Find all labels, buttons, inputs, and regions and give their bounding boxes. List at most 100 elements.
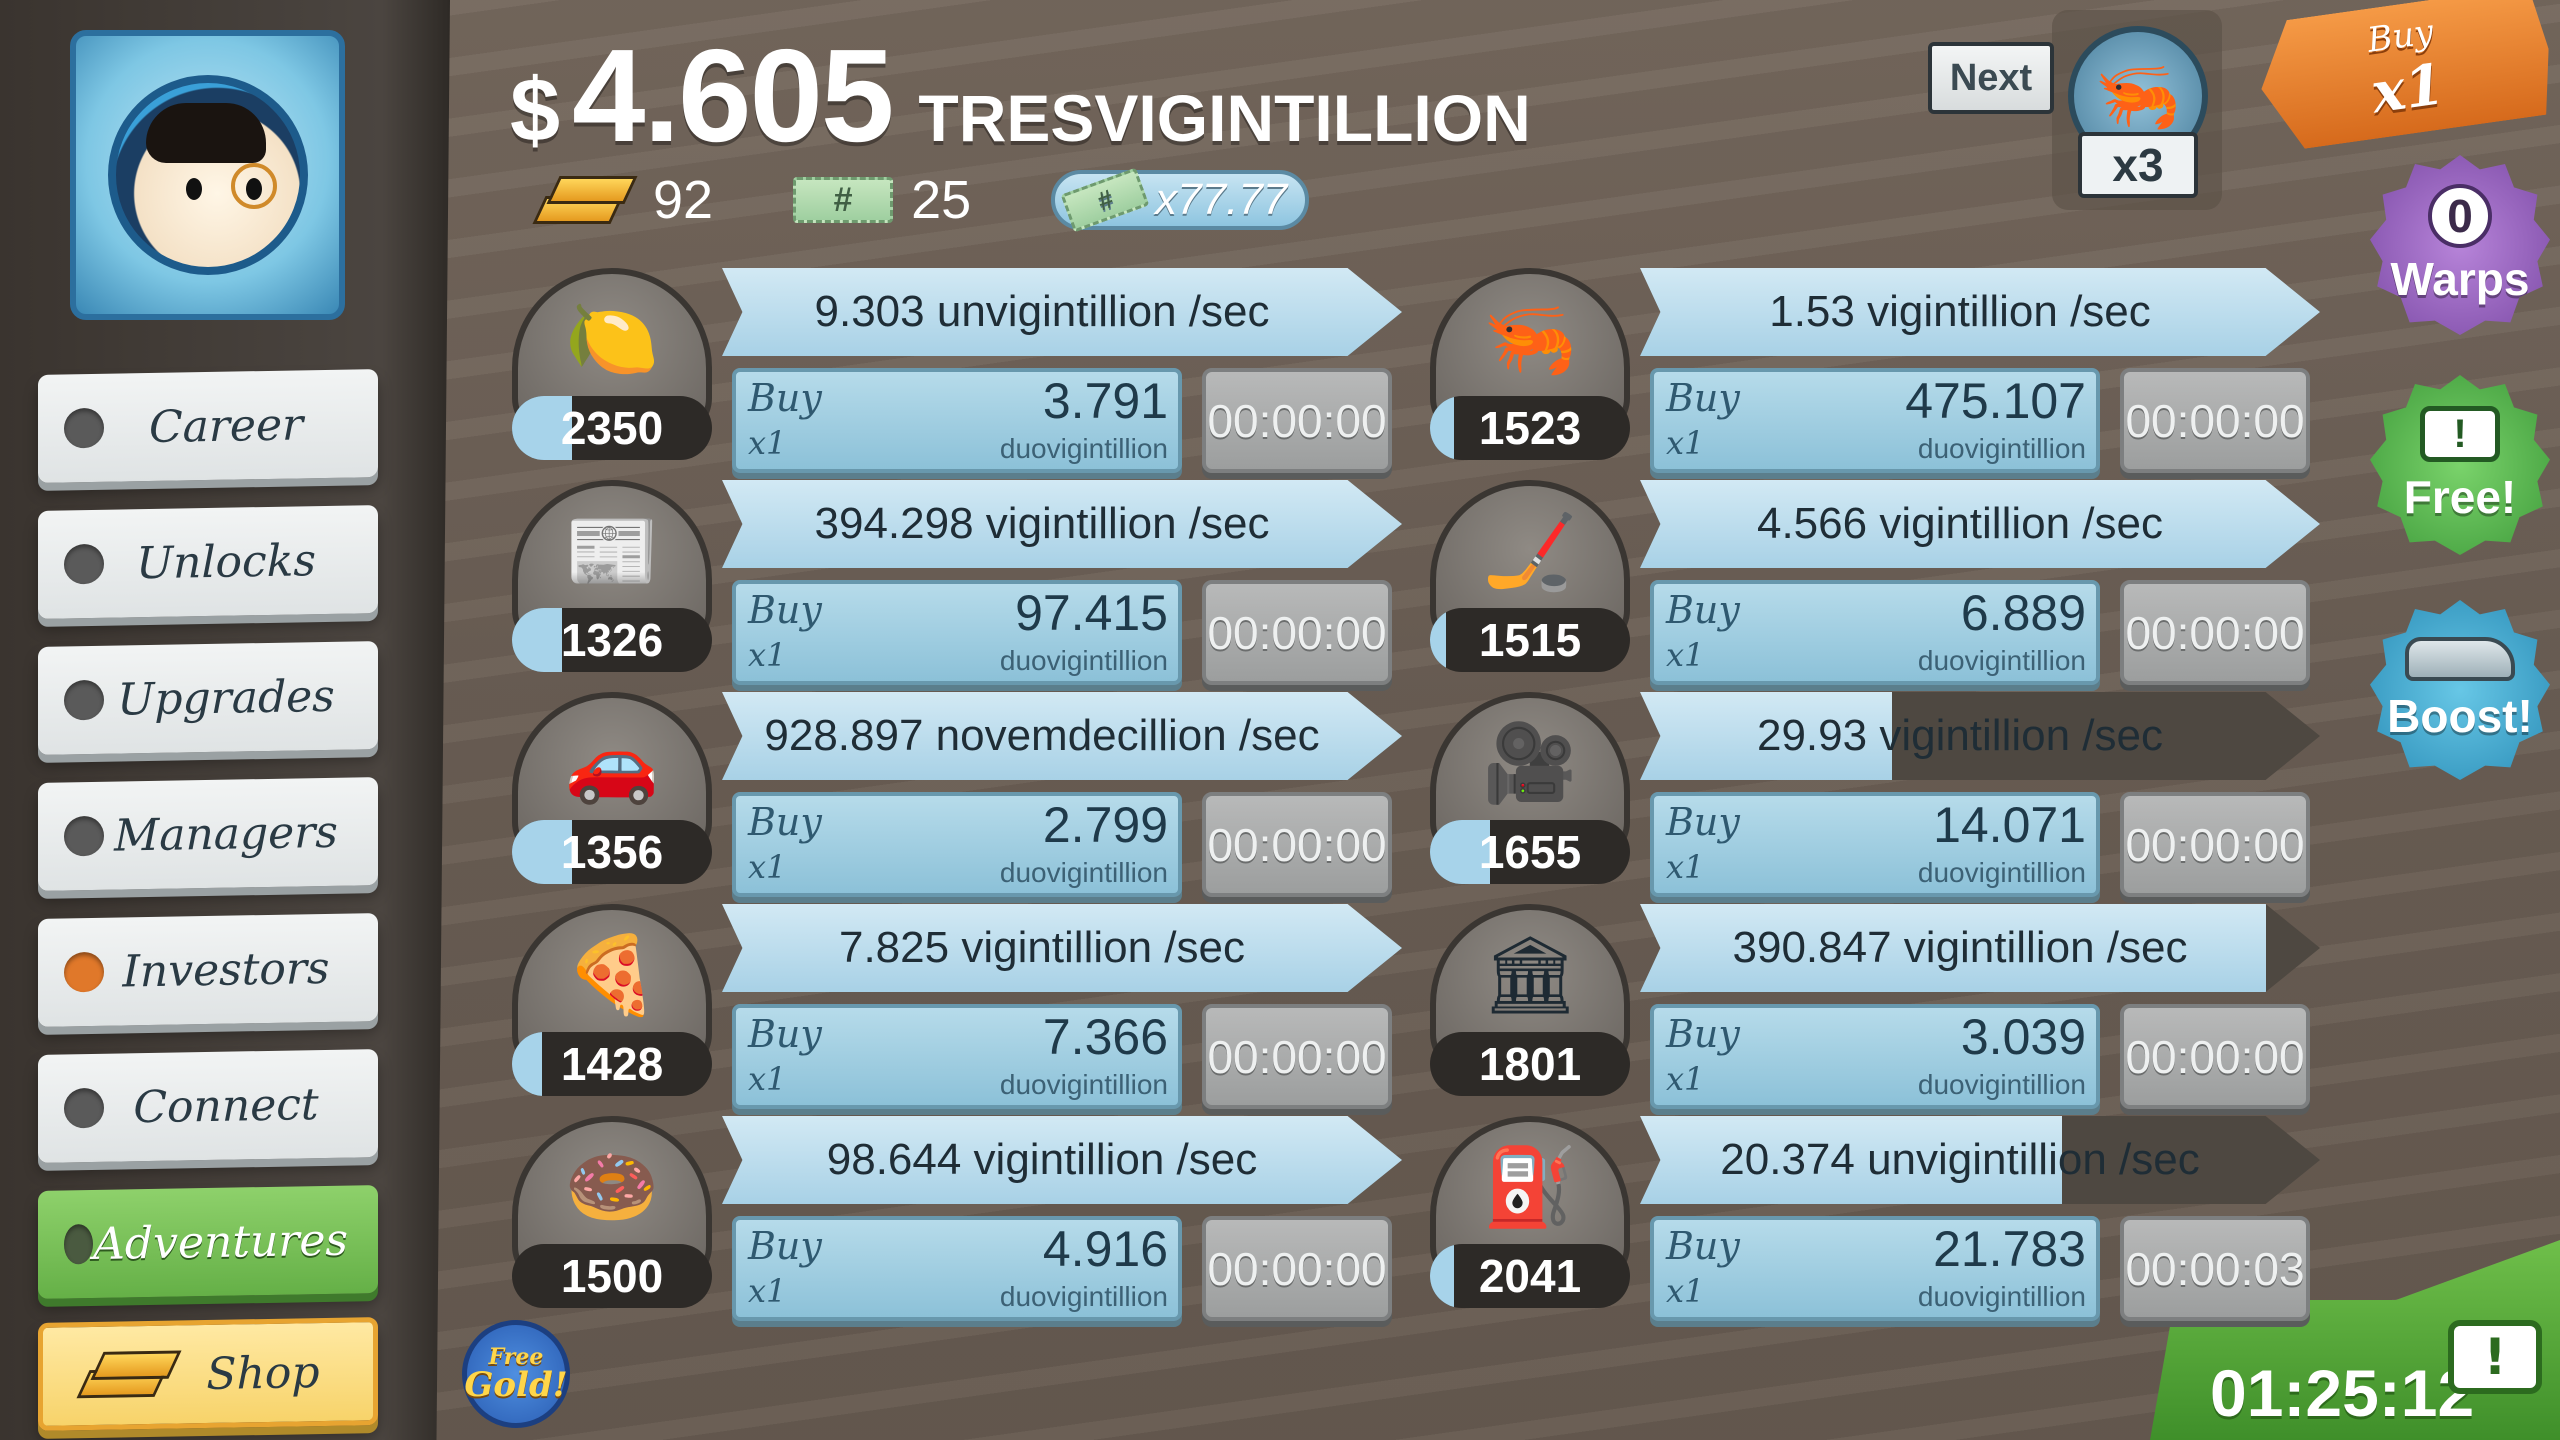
next-unlock-multiplier: x3 xyxy=(2078,132,2198,198)
status-dot xyxy=(64,951,104,993)
cycle-timer: 00:00:00 xyxy=(2120,792,2310,897)
megaticket-icon: # xyxy=(1060,167,1150,233)
buy-label: Buy xyxy=(1666,376,1740,420)
boost-label: Boost! xyxy=(2387,690,2533,742)
revenue-rate: 20.374 unvigintillion /sec xyxy=(1720,1135,2200,1184)
buy-cost: 3.791 xyxy=(1042,373,1168,429)
business-owned-count: 1655 xyxy=(1430,820,1630,884)
free-gold-button[interactable]: Free Gold! xyxy=(462,1320,570,1428)
cycle-timer: 00:00:00 xyxy=(2120,368,2310,473)
buy-cost-unit: duovigintillion xyxy=(999,645,1168,676)
business-owned-count: 1515 xyxy=(1430,608,1630,672)
revenue-progress-bar[interactable]: 928.897 novemdecillion /sec xyxy=(722,692,1402,780)
status-dot xyxy=(64,407,104,449)
revenue-rate: 928.897 novemdecillion /sec xyxy=(764,711,1320,760)
business-owned-count: 1356 xyxy=(512,820,712,884)
revenue-progress-bar[interactable]: 390.847 vigintillion /sec xyxy=(1640,904,2320,992)
revenue-progress-bar[interactable]: 394.298 vigintillion /sec xyxy=(722,480,1402,568)
buy-cost: 4.916 xyxy=(1042,1221,1168,1277)
revenue-rate: 1.53 vigintillion /sec xyxy=(1769,287,2151,336)
sidebar-item-investors[interactable]: Investors xyxy=(38,913,378,1027)
cycle-timer: 00:00:00 xyxy=(1202,1216,1392,1321)
buy-business-button[interactable]: Buy x1 6.889 duovigintillion xyxy=(1650,580,2100,685)
buy-business-button[interactable]: Buy x1 4.916 duovigintillion xyxy=(732,1216,1182,1321)
buy-quantity: x1 xyxy=(1666,1060,1705,1098)
sidebar-item-adventures[interactable]: Adventures xyxy=(38,1185,378,1299)
megaticket-multiplier: x77.77 xyxy=(1155,175,1288,224)
buy-business-button[interactable]: Buy x1 3.039 duovigintillion xyxy=(1650,1004,2100,1109)
business-row: 📰 1326 394.298 vigintillion /sec Buy x1 97.41… xyxy=(512,480,1412,690)
revenue-progress-bar[interactable]: 4.566 vigintillion /sec xyxy=(1640,480,2320,568)
sidebar-item-managers[interactable]: Managers xyxy=(38,777,378,891)
buy-business-button[interactable]: Buy x1 21.783 duovigintillion xyxy=(1650,1216,2100,1321)
buy-cost-unit: duovigintillion xyxy=(1917,857,2086,888)
sidebar-item-connect[interactable]: Connect xyxy=(38,1049,378,1163)
next-unlock-button[interactable]: Next xyxy=(1928,42,2054,114)
cycle-timer: 00:00:00 xyxy=(2120,580,2310,685)
business-row: 🏛 1801 390.847 vigintillion /sec Buy x1 3.039… xyxy=(1430,904,2330,1114)
sidebar-item-upgrades[interactable]: Upgrades xyxy=(38,641,378,755)
buy-cost-unit: duovigintillion xyxy=(999,857,1168,888)
buy-quantity: x1 xyxy=(748,1272,787,1310)
buy-business-button[interactable]: Buy x1 475.107 duovigintillion xyxy=(1650,368,2100,473)
player-avatar[interactable] xyxy=(70,30,345,320)
buy-label: Buy xyxy=(748,1012,822,1056)
buy-cost-unit: duovigintillion xyxy=(999,1281,1168,1312)
currency-stats: 92 # 25 # x77.77 xyxy=(525,160,1310,240)
cycle-timer: 00:00:03 xyxy=(2120,1216,2310,1321)
count-progress-fill xyxy=(512,608,562,672)
business-row: 🎥 1655 29.93 vigintillion /sec Buy x1 14.071 d… xyxy=(1430,692,2330,902)
buy-quantity: x1 xyxy=(1666,424,1705,462)
owned-count-text: 1523 xyxy=(1478,402,1582,454)
sidebar-item-label: Investors xyxy=(122,942,330,997)
tv-icon[interactable]: ! xyxy=(2448,1320,2542,1394)
buy-business-button[interactable]: Buy x1 2.799 duovigintillion xyxy=(732,792,1182,897)
sidebar-item-label: Upgrades xyxy=(117,670,335,726)
business-owned-count: 1428 xyxy=(512,1032,712,1096)
sidebar-item-label: Connect xyxy=(133,1078,319,1133)
buy-cost: 7.366 xyxy=(1042,1009,1168,1065)
tv-icon: ! xyxy=(2420,406,2500,462)
sidebar-item-label: Unlocks xyxy=(136,534,316,589)
avatar-hair xyxy=(145,103,266,163)
sidebar-item-career[interactable]: Career xyxy=(38,369,378,483)
avatar-face xyxy=(107,75,308,275)
buy-business-button[interactable]: Buy x1 3.791 duovigintillion xyxy=(732,368,1182,473)
revenue-progress-bar[interactable]: 98.644 vigintillion /sec xyxy=(722,1116,1402,1204)
shop-button[interactable]: Shop xyxy=(38,1317,378,1431)
free-label: Free! xyxy=(2403,471,2517,523)
owned-count-text: 2041 xyxy=(1478,1250,1582,1302)
revenue-rate: 394.298 vigintillion /sec xyxy=(814,499,1270,548)
business-owned-count: 2041 xyxy=(1430,1244,1630,1308)
count-progress-fill xyxy=(512,1032,542,1096)
revenue-progress-bar[interactable]: 29.93 vigintillion /sec xyxy=(1640,692,2320,780)
buy-mode-quantity: x1 xyxy=(2367,51,2449,127)
buy-cost: 475.107 xyxy=(1905,373,2086,429)
buy-cost: 3.039 xyxy=(1960,1009,2086,1065)
event-timer: 01:25:12 xyxy=(2210,1356,2475,1430)
revenue-rate: 4.566 vigintillion /sec xyxy=(1756,499,2163,548)
buy-cost-unit: duovigintillion xyxy=(999,433,1168,464)
revenue-progress-bar[interactable]: 7.825 vigintillion /sec xyxy=(722,904,1402,992)
free-gold-line2: Gold! xyxy=(464,1365,568,1405)
megaticket-icon: # xyxy=(793,177,894,223)
revenue-progress-bar[interactable]: 9.303 unvigintillion /sec xyxy=(722,268,1402,356)
revenue-progress-bar[interactable]: 20.374 unvigintillion /sec xyxy=(1640,1116,2320,1204)
business-row: 🚗 1356 928.897 novemdecillion /sec Buy x1 2.7… xyxy=(512,692,1412,902)
business-owned-count: 1523 xyxy=(1430,396,1630,460)
revenue-rate: 7.825 vigintillion /sec xyxy=(838,923,1245,972)
business-row: 🍩 1500 98.644 vigintillion /sec Buy x1 4.916 d… xyxy=(512,1116,1412,1326)
sidebar-item-label: Career xyxy=(148,398,304,453)
buy-business-button[interactable]: Buy x1 14.071 duovigintillion xyxy=(1650,792,2100,897)
megaticket-multiplier-badge[interactable]: # x77.77 xyxy=(1051,167,1310,233)
revenue-progress-bar[interactable]: 1.53 vigintillion /sec xyxy=(1640,268,2320,356)
gold-stat[interactable]: 92 xyxy=(525,169,713,231)
business-owned-count: 1500 xyxy=(512,1244,712,1308)
buy-business-button[interactable]: Buy x1 97.415 duovigintillion xyxy=(732,580,1182,685)
business-owned-count: 1801 xyxy=(1430,1032,1630,1096)
gold-count: 92 xyxy=(653,170,714,230)
revenue-rate: 390.847 vigintillion /sec xyxy=(1732,923,2188,972)
megaticket-stat[interactable]: # 25 xyxy=(793,169,971,231)
buy-business-button[interactable]: Buy x1 7.366 duovigintillion xyxy=(732,1004,1182,1109)
sidebar-item-unlocks[interactable]: Unlocks xyxy=(38,505,378,619)
